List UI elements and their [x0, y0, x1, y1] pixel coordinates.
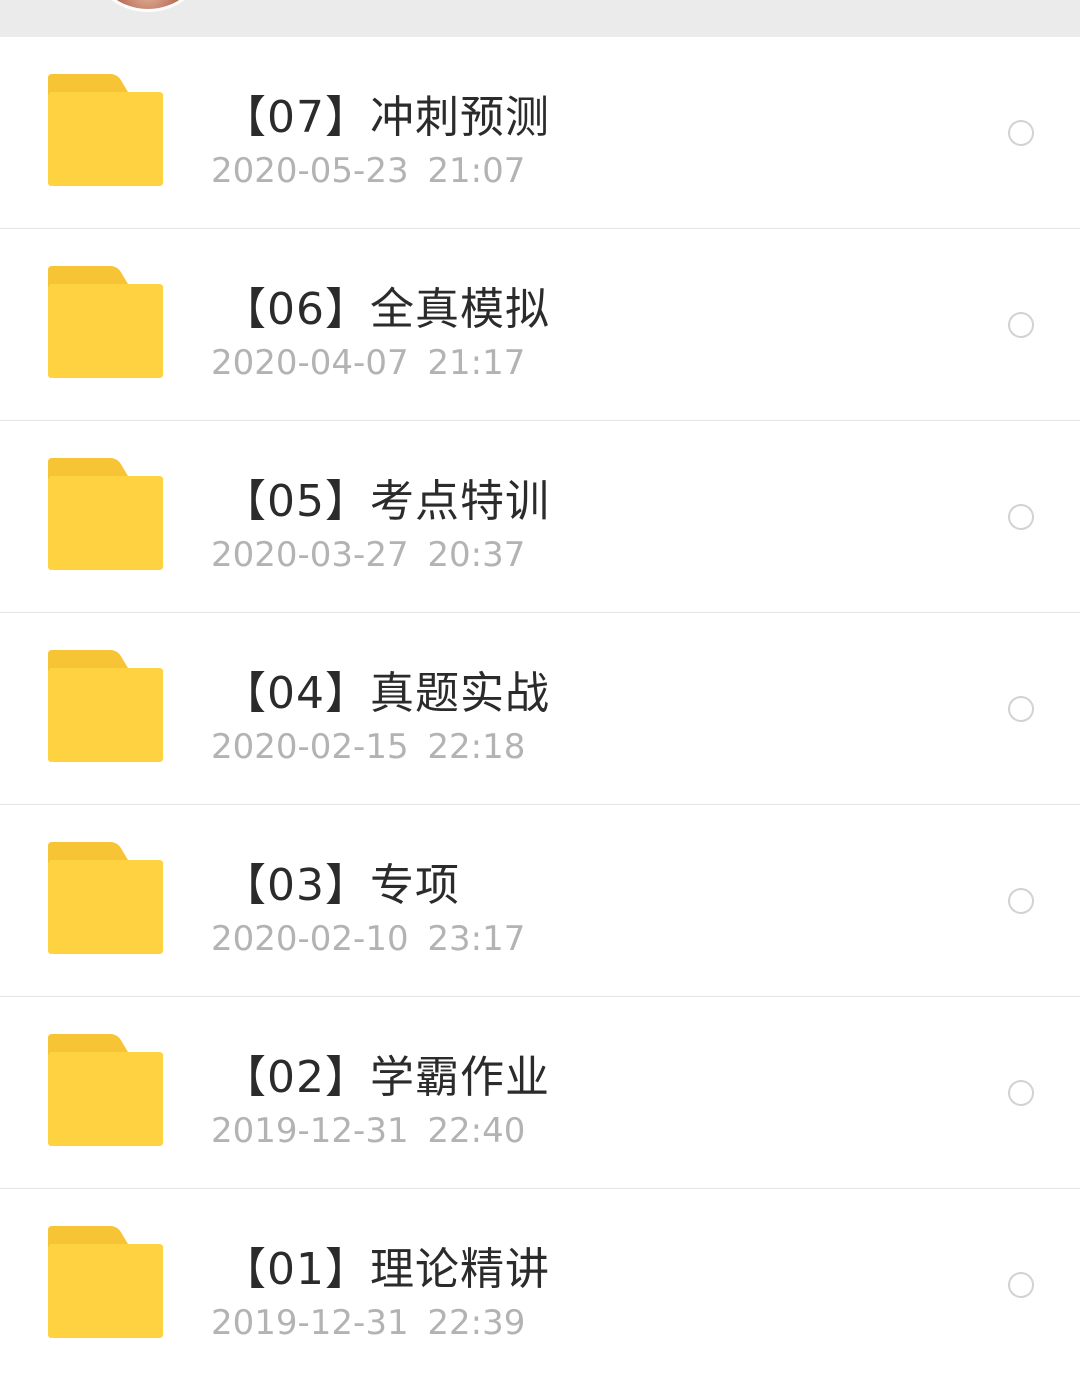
folder-title: 【02】学霸作业	[222, 1052, 550, 1103]
folder-modified-time: 2020-02-15 22:18	[211, 727, 526, 767]
folder-modified-time: 2019-12-31 22:40	[211, 1111, 526, 1151]
folder-title: 【05】考点特训	[222, 476, 550, 527]
folder-icon	[48, 458, 163, 570]
avatar[interactable]	[92, 0, 204, 12]
folder-title: 【07】冲刺预测	[222, 92, 550, 143]
select-radio[interactable]	[1008, 1272, 1034, 1298]
list-item[interactable]: 【07】冲刺预测 2020-05-23 21:07	[0, 37, 1080, 229]
list-item[interactable]: 【01】理论精讲 2019-12-31 22:39	[0, 1189, 1080, 1381]
folder-list: 【07】冲刺预测 2020-05-23 21:07 【06】全真模拟 2020-…	[0, 37, 1080, 1381]
list-item[interactable]: 【06】全真模拟 2020-04-07 21:17	[0, 229, 1080, 421]
list-item[interactable]: 【03】专项 2020-02-10 23:17	[0, 805, 1080, 997]
folder-icon	[48, 1226, 163, 1338]
folder-icon	[48, 74, 163, 186]
folder-modified-time: 2020-03-27 20:37	[211, 535, 526, 575]
list-item[interactable]: 【02】学霸作业 2019-12-31 22:40	[0, 997, 1080, 1189]
folder-title: 【04】真题实战	[222, 668, 550, 719]
select-radio[interactable]	[1008, 120, 1034, 146]
select-radio[interactable]	[1008, 504, 1034, 530]
folder-icon	[48, 842, 163, 954]
select-radio[interactable]	[1008, 888, 1034, 914]
top-bar	[0, 0, 1080, 37]
folder-title: 【06】全真模拟	[222, 284, 550, 335]
folder-modified-time: 2020-05-23 21:07	[211, 151, 526, 191]
folder-modified-time: 2020-04-07 21:17	[211, 343, 526, 383]
select-radio[interactable]	[1008, 312, 1034, 338]
folder-title: 【03】专项	[222, 860, 460, 911]
folder-icon	[48, 1034, 163, 1146]
folder-title: 【01】理论精讲	[222, 1244, 550, 1295]
list-item[interactable]: 【04】真题实战 2020-02-15 22:18	[0, 613, 1080, 805]
select-radio[interactable]	[1008, 1080, 1034, 1106]
select-radio[interactable]	[1008, 696, 1034, 722]
folder-icon	[48, 650, 163, 762]
list-item[interactable]: 【05】考点特训 2020-03-27 20:37	[0, 421, 1080, 613]
folder-modified-time: 2019-12-31 22:39	[211, 1303, 526, 1343]
folder-icon	[48, 266, 163, 378]
folder-modified-time: 2020-02-10 23:17	[211, 919, 526, 959]
